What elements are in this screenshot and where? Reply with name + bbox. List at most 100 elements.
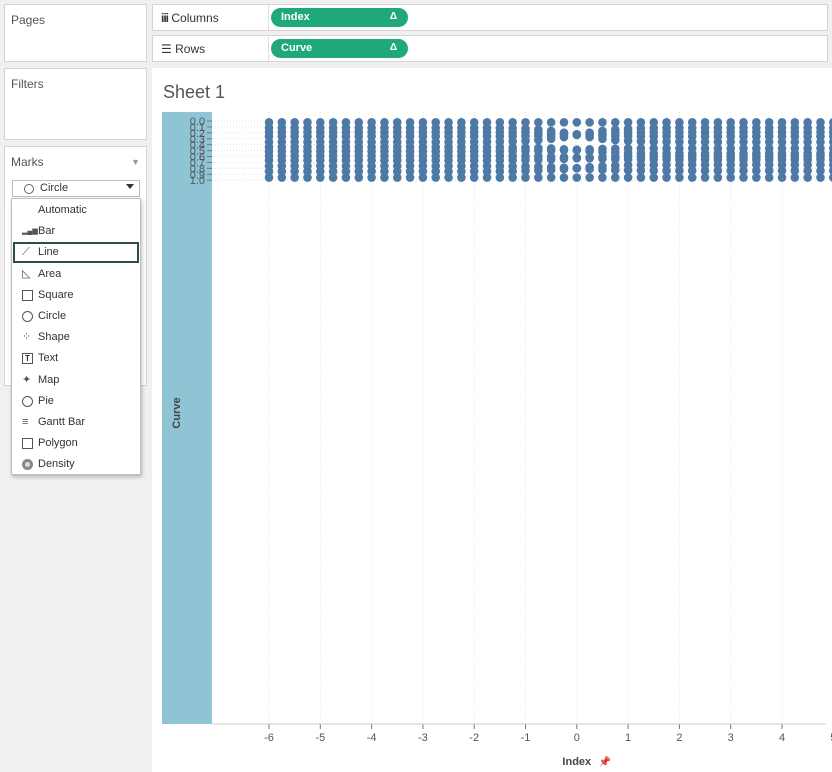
data-point[interactable] <box>264 173 274 182</box>
mark-type-option-text[interactable]: T Text <box>13 348 139 369</box>
data-point[interactable] <box>777 143 787 153</box>
data-point[interactable] <box>752 123 761 133</box>
data-point[interactable] <box>572 153 582 163</box>
chevron-down-icon[interactable] <box>126 184 134 189</box>
data-point[interactable] <box>816 173 825 182</box>
data-point[interactable] <box>585 118 594 127</box>
data-point[interactable] <box>636 144 646 153</box>
data-point[interactable] <box>534 173 543 182</box>
data-point[interactable] <box>392 173 402 182</box>
data-point[interactable] <box>508 173 517 182</box>
data-point[interactable] <box>559 173 569 182</box>
data-point[interactable] <box>687 160 697 170</box>
data-point[interactable] <box>277 173 287 182</box>
data-point[interactable] <box>610 144 620 153</box>
data-point[interactable] <box>713 123 723 133</box>
data-point[interactable] <box>713 160 723 169</box>
data-point[interactable] <box>764 173 774 182</box>
data-point[interactable] <box>700 143 710 153</box>
data-point[interactable] <box>790 123 800 133</box>
data-point[interactable] <box>675 123 684 133</box>
data-point[interactable] <box>367 173 376 182</box>
mark-type-option-bar[interactable]: ▂▄▆ Bar <box>13 221 139 242</box>
data-point[interactable] <box>636 151 646 161</box>
y-axis-title[interactable]: Curve <box>171 397 183 428</box>
data-point[interactable] <box>700 123 710 133</box>
data-point[interactable] <box>610 173 620 182</box>
data-point[interactable] <box>726 143 735 153</box>
data-point[interactable] <box>662 143 671 153</box>
data-point[interactable] <box>790 151 800 161</box>
data-point[interactable] <box>559 118 569 127</box>
marks-card-menu-icon[interactable]: ▼ <box>131 157 140 167</box>
data-point[interactable] <box>559 164 569 174</box>
data-point[interactable] <box>662 173 671 182</box>
data-point[interactable] <box>572 145 582 155</box>
data-point[interactable] <box>726 173 735 182</box>
data-point[interactable] <box>598 173 607 182</box>
data-point[interactable] <box>598 126 607 136</box>
data-point[interactable] <box>598 161 607 171</box>
data-point[interactable] <box>713 143 723 153</box>
mark-type-option-circle[interactable]: Circle <box>13 306 139 327</box>
data-point[interactable] <box>816 123 825 133</box>
data-point[interactable] <box>803 143 812 153</box>
data-point[interactable] <box>662 160 671 170</box>
data-point[interactable] <box>598 144 607 154</box>
data-point[interactable] <box>328 173 338 182</box>
data-point[interactable] <box>649 144 659 153</box>
data-point[interactable] <box>687 143 697 153</box>
pin-icon[interactable]: 📌 <box>599 755 612 768</box>
data-point[interactable] <box>649 160 659 170</box>
data-point[interactable] <box>431 173 441 182</box>
filters-card[interactable]: Filters <box>4 68 147 140</box>
rows-pill-curve[interactable]: Curve Δ <box>271 39 408 58</box>
data-point[interactable] <box>649 173 659 182</box>
mark-type-option-square[interactable]: Square <box>13 285 139 306</box>
data-point[interactable] <box>675 143 684 153</box>
mark-type-option-line[interactable]: ⟋ Line <box>13 242 139 264</box>
mark-type-option-automatic[interactable]: Automatic <box>13 200 139 221</box>
data-point[interactable] <box>521 173 530 182</box>
data-point[interactable] <box>610 125 620 134</box>
data-point[interactable] <box>675 173 684 182</box>
data-point[interactable] <box>662 123 671 133</box>
data-point[interactable] <box>764 151 774 161</box>
data-point[interactable] <box>636 173 646 182</box>
data-point[interactable] <box>469 173 479 182</box>
data-point[interactable] <box>700 151 710 161</box>
data-point[interactable] <box>341 173 351 182</box>
data-point[interactable] <box>687 151 697 161</box>
data-point[interactable] <box>495 173 505 182</box>
data-point[interactable] <box>764 160 774 169</box>
mark-type-option-density[interactable]: Density <box>13 454 139 475</box>
data-point[interactable] <box>623 160 633 170</box>
data-point[interactable] <box>623 124 633 134</box>
columns-pill-index[interactable]: Index Δ <box>271 8 408 27</box>
data-point[interactable] <box>482 173 492 182</box>
data-point[interactable] <box>700 173 710 182</box>
data-point[interactable] <box>546 118 556 127</box>
data-point[interactable] <box>803 123 812 133</box>
data-point[interactable] <box>752 143 761 153</box>
data-point[interactable] <box>623 173 633 182</box>
data-point[interactable] <box>546 173 556 182</box>
data-point[interactable] <box>559 132 569 142</box>
mark-type-option-map[interactable]: ✦ Map <box>13 370 139 391</box>
data-point[interactable] <box>290 173 299 182</box>
data-point[interactable] <box>572 163 582 173</box>
data-point[interactable] <box>546 134 556 144</box>
data-point[interactable] <box>585 173 594 182</box>
data-point[interactable] <box>534 135 543 145</box>
rows-shelf[interactable]: ☰ Rows Curve Δ <box>152 35 828 62</box>
data-point[interactable] <box>700 160 710 170</box>
data-point[interactable] <box>777 151 787 161</box>
data-point[interactable] <box>726 123 735 133</box>
data-point[interactable] <box>739 173 748 182</box>
x-axis-title[interactable]: Index <box>562 756 592 768</box>
data-point[interactable] <box>585 162 594 172</box>
data-point[interactable] <box>816 160 825 169</box>
data-point[interactable] <box>572 118 582 127</box>
data-point[interactable] <box>405 173 415 182</box>
data-point[interactable] <box>726 160 735 169</box>
